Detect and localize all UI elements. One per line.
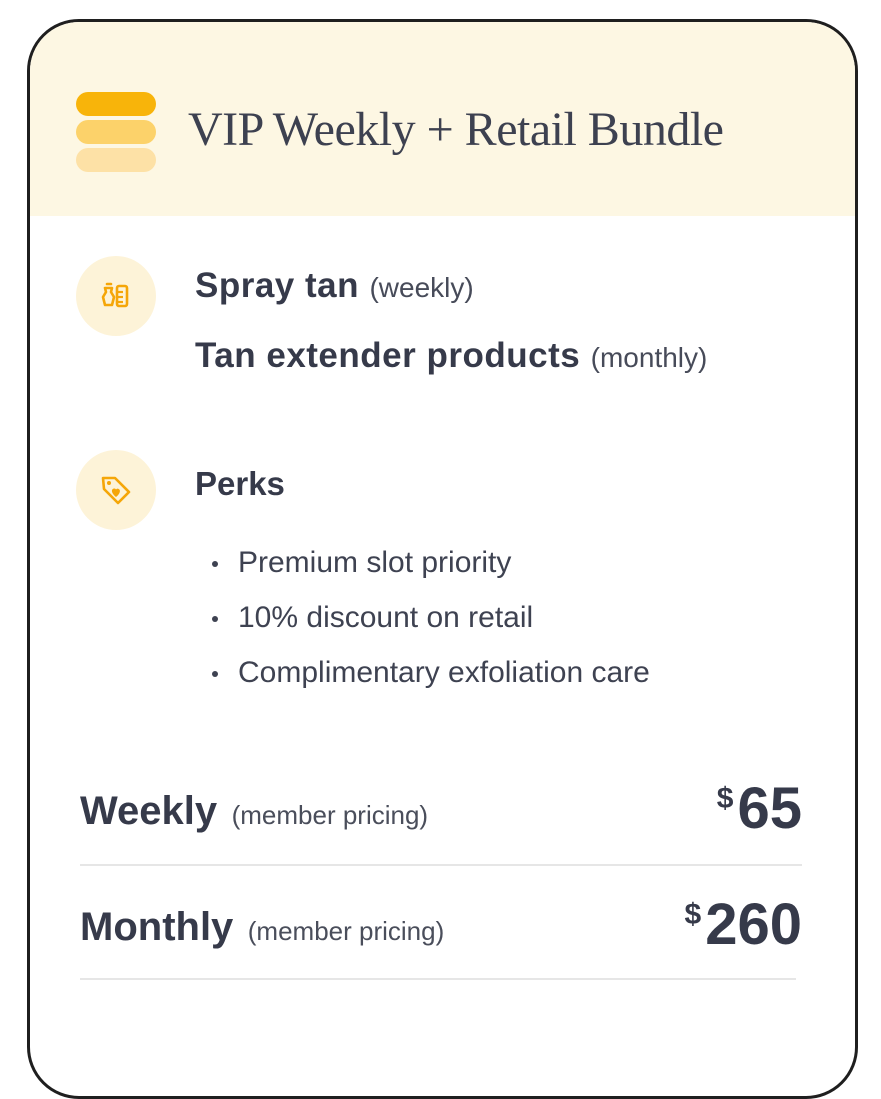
currency-symbol: $ [716,782,734,815]
price-note: (member pricing) [231,800,429,830]
price-period: Monthly [80,905,234,949]
price-value: $260 [685,896,802,954]
service-item-spray-tan: Spray tan (weekly) [195,266,474,306]
perk-item: 10% discount on retail [210,595,650,650]
service-frequency: (monthly) [590,342,708,373]
price-label: Monthly (member pricing) [80,905,444,950]
card-header: VIP Weekly + Retail Bundle [30,22,855,216]
price-note: (member pricing) [247,916,445,946]
service-name: Tan extender products [195,336,581,375]
price-row-monthly: Monthly (member pricing) $260 [80,890,802,954]
price-amount: 65 [737,776,802,841]
divider [80,864,802,866]
perk-item: Premium slot priority [210,540,650,595]
tag-heart-icon [76,450,156,530]
service-item-tan-extender: Tan extender products (monthly) [195,336,707,376]
bundle-card: VIP Weekly + Retail Bundle Spray tan (we… [27,19,858,1099]
perks-title: Perks [195,465,285,502]
price-value: $65 [717,780,802,838]
price-label: Weekly (member pricing) [80,789,428,834]
perks-list: Premium slot priority 10% discount on re… [210,540,650,705]
spray-bottle-icon [76,256,156,336]
bundle-title: VIP Weekly + Retail Bundle [188,103,724,156]
divider [80,978,796,980]
service-frequency: (weekly) [369,272,474,303]
price-period: Weekly [80,789,218,833]
currency-symbol: $ [684,898,702,931]
price-row-weekly: Weekly (member pricing) $65 [80,774,802,838]
price-amount: 260 [705,892,802,957]
stack-icon [76,92,158,174]
perk-item: Complimentary exfoliation care [210,650,650,705]
service-name: Spray tan [195,266,359,305]
